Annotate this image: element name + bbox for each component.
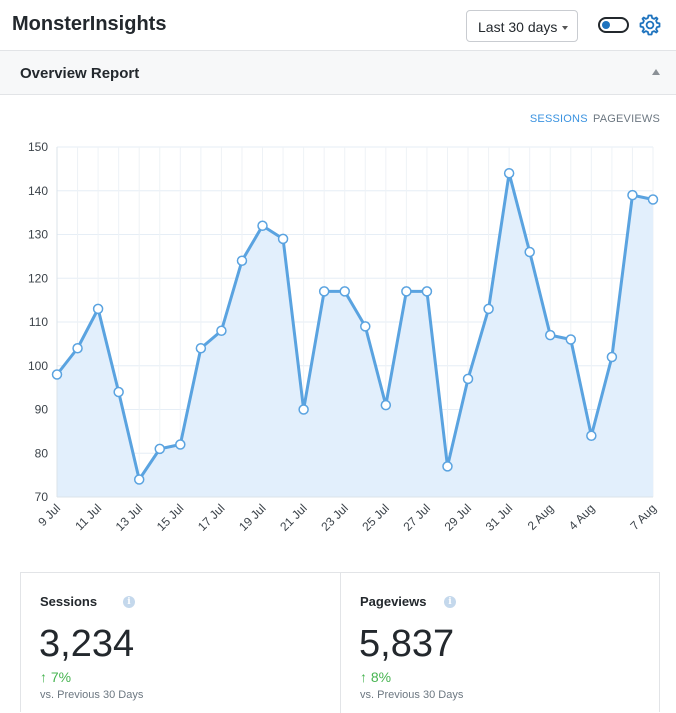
- x-tick-label: 19 Jul: [236, 501, 269, 534]
- date-range-label: Last 30 days: [478, 19, 558, 35]
- data-point: [483, 303, 494, 315]
- data-point: [606, 351, 618, 363]
- x-tick-label: 9 Jul: [35, 501, 63, 529]
- data-point: [401, 286, 412, 297]
- y-tick-label: 80: [35, 446, 49, 460]
- data-point: [503, 168, 515, 179]
- stat-comparison: vs. Previous 30 Days: [360, 689, 464, 701]
- x-tick-label: 4 Aug: [566, 501, 598, 533]
- stat-change-value: 7%: [50, 669, 72, 685]
- gear-icon[interactable]: [638, 13, 662, 37]
- arrow-up-icon: ↑: [360, 669, 367, 685]
- stat-value: 3,234: [39, 623, 135, 665]
- x-tick-label: 15 Jul: [154, 501, 187, 534]
- y-tick-label: 150: [28, 140, 48, 154]
- data-point: [175, 439, 186, 450]
- data-point: [216, 325, 227, 336]
- y-tick-label: 130: [28, 228, 48, 242]
- data-point: [113, 386, 124, 398]
- data-point: [524, 246, 535, 258]
- stat-sessions: Sessions i 3,234 ↑ 7% vs. Previous 30 Da…: [21, 573, 341, 713]
- sessions-area: [57, 173, 653, 497]
- data-point: [360, 321, 371, 332]
- data-point: [462, 373, 474, 385]
- stat-value: 5,837: [359, 623, 455, 665]
- stat-change: ↑ 8%: [360, 669, 391, 685]
- x-tick-label: 13 Jul: [113, 501, 146, 534]
- data-point: [195, 343, 207, 354]
- stat-change: ↑ 7%: [40, 669, 71, 685]
- data-point: [72, 343, 83, 354]
- y-tick-label: 140: [28, 184, 48, 198]
- y-tick-label: 120: [28, 271, 48, 285]
- collapse-caret-icon[interactable]: [652, 69, 660, 75]
- y-tick-label: 110: [29, 315, 48, 329]
- app-title: MonsterInsights: [12, 13, 167, 35]
- stat-pageviews: Pageviews i 5,837 ↑ 8% vs. Previous 30 D…: [341, 573, 661, 713]
- data-point: [92, 303, 104, 315]
- data-point: [380, 399, 392, 411]
- info-icon[interactable]: i: [123, 596, 135, 608]
- x-tick-label: 23 Jul: [318, 501, 351, 534]
- mode-toggle[interactable]: [598, 17, 629, 33]
- data-point: [442, 461, 453, 472]
- toggle-knob: [602, 21, 610, 29]
- x-tick-label: 17 Jul: [195, 501, 228, 534]
- data-point: [565, 334, 577, 345]
- data-point: [318, 286, 330, 297]
- stats-panel: Sessions i 3,234 ↑ 7% vs. Previous 30 Da…: [20, 572, 661, 713]
- data-point: [298, 404, 309, 415]
- x-tick-label: 27 Jul: [401, 501, 434, 534]
- date-range-select[interactable]: Last 30 days: [466, 10, 578, 42]
- data-point: [586, 430, 597, 441]
- info-icon[interactable]: i: [444, 596, 456, 608]
- stat-change-value: 8%: [370, 669, 392, 685]
- x-tick-label: 31 Jul: [483, 501, 516, 534]
- y-tick-label: 100: [28, 359, 48, 373]
- data-point: [339, 286, 350, 297]
- x-tick-label: 29 Jul: [442, 501, 475, 534]
- y-tick-label: 90: [35, 403, 49, 417]
- tab-sessions[interactable]: SESSIONS: [530, 113, 588, 125]
- x-tick-label: 7 Aug: [628, 501, 660, 533]
- data-point: [257, 220, 268, 231]
- y-tick-label: 70: [35, 490, 49, 504]
- x-tick-label: 11 Jul: [72, 501, 104, 533]
- arrow-up-icon: ↑: [40, 669, 47, 685]
- sessions-chart: 70 80 90 100 110 120 130 140 150 9 Jul 11 Jul 13 Ju…: [28, 140, 660, 534]
- stat-comparison: vs. Previous 30 Days: [40, 689, 144, 701]
- data-point: [51, 369, 63, 380]
- chart-tabs: SESSIONS PAGEVIEWS: [530, 113, 660, 125]
- section-title: Overview Report: [20, 65, 140, 82]
- data-point: [154, 443, 166, 455]
- top-bar: MonsterInsights Last 30 days: [0, 0, 676, 51]
- data-point: [133, 474, 145, 485]
- data-point: [421, 286, 433, 297]
- stat-label: Sessions: [40, 594, 98, 609]
- data-point: [627, 189, 638, 201]
- data-point: [236, 255, 248, 266]
- x-tick-label: 25 Jul: [359, 501, 392, 534]
- overview-report-header[interactable]: Overview Report: [0, 51, 676, 95]
- data-point: [647, 194, 659, 205]
- data-point: [544, 329, 556, 341]
- tab-pageviews[interactable]: PAGEVIEWS: [593, 113, 660, 125]
- x-tick-label: 2 Aug: [525, 501, 557, 533]
- stat-label: Pageviews: [360, 594, 427, 609]
- data-point: [277, 233, 289, 245]
- x-tick-label: 21 Jul: [277, 501, 310, 534]
- caret-down-icon: [562, 26, 568, 30]
